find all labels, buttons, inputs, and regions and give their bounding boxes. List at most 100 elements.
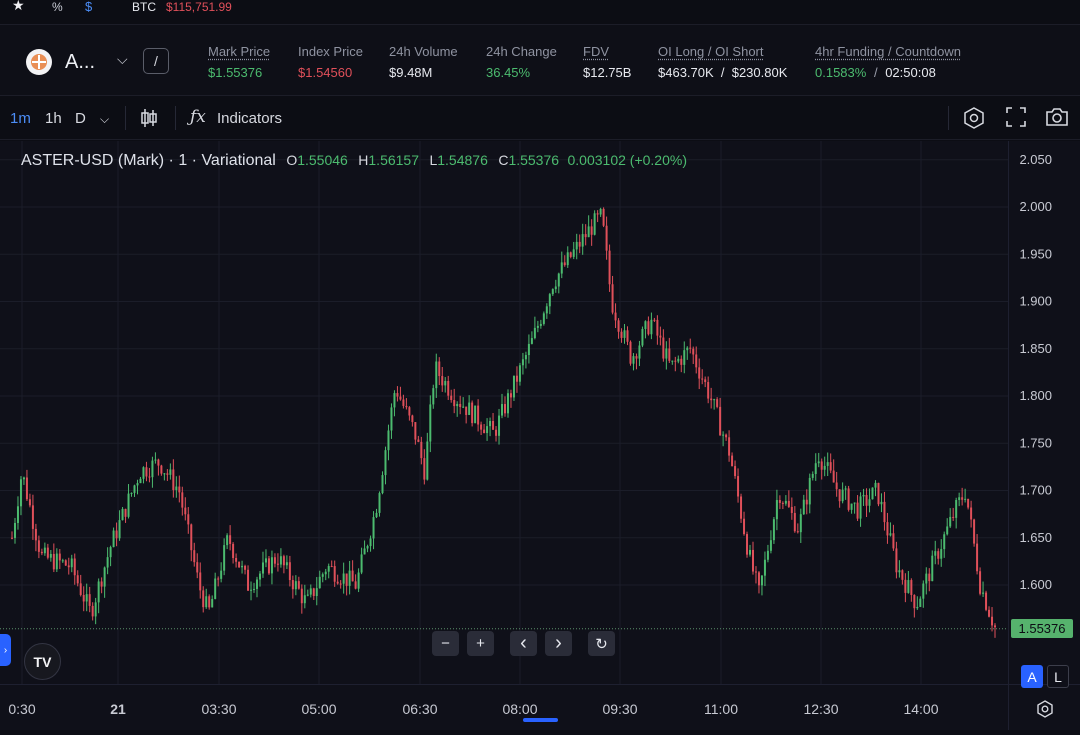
timeframe-1m[interactable]: 1m <box>10 110 31 127</box>
fx-indicator-icon[interactable]: ƒx <box>190 107 206 127</box>
candle-body <box>49 553 52 558</box>
candle-body <box>623 330 626 338</box>
percent-toggle[interactable]: % <box>52 0 63 14</box>
scroll-left-button[interactable]: ‹ <box>510 631 537 656</box>
candle-body <box>778 500 781 503</box>
chart-legend: ASTER-USD (Mark) · 1 · Variational O1.55… <box>21 152 687 170</box>
candle-body <box>668 348 671 361</box>
candle-body <box>787 500 790 507</box>
stat-24h-volume: 24h Volume $9.48M <box>389 44 458 80</box>
candle-body <box>967 498 970 508</box>
log-scale-button[interactable]: L <box>1047 665 1069 688</box>
candle-body <box>692 348 695 355</box>
indicators-button[interactable]: Indicators <box>217 110 282 127</box>
candle-body <box>181 492 184 508</box>
toolbar-divider <box>948 106 949 130</box>
candle-body <box>145 467 148 477</box>
settings-gear-icon[interactable] <box>963 107 985 133</box>
ticker-btc-label[interactable]: BTC <box>132 0 156 14</box>
candle-body <box>217 578 220 580</box>
candle-body <box>626 330 629 342</box>
candle-body <box>713 399 716 401</box>
stat-24h-change: 24h Change 36.45% <box>486 44 557 80</box>
candle-body <box>865 494 868 506</box>
candle-body <box>327 566 330 572</box>
candle-body <box>91 605 94 617</box>
scroll-right-button[interactable]: › <box>545 631 572 656</box>
candle-body <box>566 252 569 266</box>
candle-body <box>832 470 835 483</box>
expand-panel-handle[interactable]: › <box>0 634 11 666</box>
candle-body <box>754 571 757 573</box>
candle-body <box>199 572 202 591</box>
candle-body <box>889 533 892 536</box>
favorite-star-icon[interactable]: ★ <box>12 0 25 14</box>
candle-body <box>560 262 563 274</box>
candle-body <box>330 566 333 568</box>
candle-body <box>527 343 530 356</box>
stat-label[interactable]: FDV <box>583 44 631 59</box>
candle-body <box>701 378 704 380</box>
candle-body <box>994 625 997 628</box>
stat-label[interactable]: 4hr Funding / Countdown <box>815 44 961 59</box>
stat-mark-price: Mark Price $1.55376 <box>208 44 270 80</box>
candle-body <box>321 574 324 577</box>
candle-body <box>187 514 190 525</box>
time-scroll-indicator[interactable] <box>523 718 558 722</box>
price-chart[interactable]: 2.050 2.000 1.950 1.900 1.850 1.800 1.750 1.700… <box>0 141 1080 730</box>
candle-body <box>172 469 175 491</box>
candle-body <box>695 354 698 368</box>
zoom-in-button[interactable]: + <box>467 631 494 656</box>
timeframe-d[interactable]: D <box>75 110 86 127</box>
candlestick-type-icon[interactable] <box>140 107 158 133</box>
tradingview-logo-icon[interactable]: TV <box>24 643 61 680</box>
auto-scale-button[interactable]: A <box>1021 665 1043 688</box>
candle-body <box>835 482 838 490</box>
candle-body <box>886 522 889 536</box>
candle-body <box>396 393 399 397</box>
candle-body <box>429 404 432 442</box>
candle-body <box>127 493 130 517</box>
candle-body <box>635 356 638 359</box>
candle-body <box>656 319 659 336</box>
candle-body <box>608 250 611 285</box>
candle-body <box>220 570 223 579</box>
candle-body <box>333 566 336 582</box>
market-symbol[interactable]: A... <box>65 51 95 74</box>
candle-body <box>572 249 575 257</box>
candle-body <box>184 507 187 515</box>
timeframe-dropdown-chevron-icon[interactable]: ⌵ <box>100 112 109 127</box>
stat-label: 24h Volume <box>389 44 458 59</box>
y-tick-label: 2.050 <box>1019 152 1052 167</box>
stat-label[interactable]: OI Long / OI Short <box>658 44 787 59</box>
timeframe-1h[interactable]: 1h <box>45 110 62 127</box>
candle-body <box>515 375 518 382</box>
candle-body <box>650 319 653 335</box>
candle-body <box>533 327 536 339</box>
candle-body <box>599 208 602 215</box>
candle-body <box>417 439 420 442</box>
candle-body <box>605 225 608 251</box>
candle-body <box>716 399 719 407</box>
candle-body <box>823 465 826 470</box>
candle-body <box>811 474 814 478</box>
candle-body <box>539 323 542 326</box>
dollar-toggle[interactable]: $ <box>85 0 92 14</box>
y-tick-label: 1.900 <box>1019 294 1052 309</box>
camera-screenshot-icon[interactable] <box>1045 107 1069 131</box>
stat-label[interactable]: Mark Price <box>208 44 270 59</box>
candle-body <box>841 489 844 502</box>
candle-body <box>913 594 916 609</box>
reset-chart-button[interactable]: ↻ <box>588 631 615 656</box>
candle-body <box>530 338 533 344</box>
fullscreen-icon[interactable] <box>1006 107 1026 131</box>
candle-body <box>366 546 369 549</box>
candle-body <box>447 380 450 396</box>
candle-body <box>925 573 928 584</box>
axis-settings-gear-icon[interactable] <box>1036 700 1054 723</box>
candle-body <box>509 393 512 398</box>
slash-shortcut-button[interactable]: / <box>143 48 169 74</box>
zoom-out-button[interactable]: − <box>432 631 459 656</box>
candle-body <box>270 557 273 574</box>
chevron-down-icon[interactable]: ⌵ <box>117 51 128 68</box>
